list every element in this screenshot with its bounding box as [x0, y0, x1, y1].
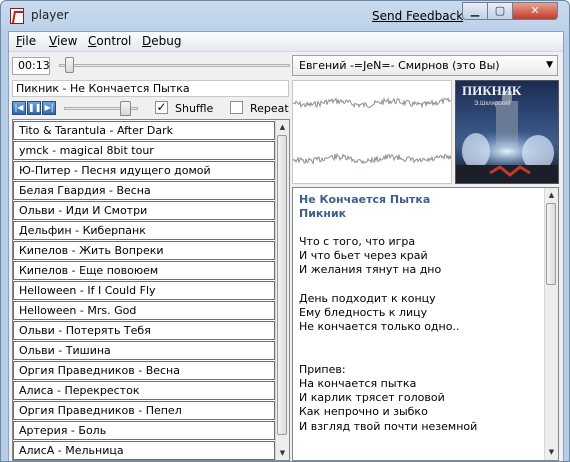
lyric-line: На кончается пытка — [299, 377, 417, 390]
playlist-item[interactable]: Артерия - Боль — [13, 421, 275, 440]
lyrics-panel: Не Кончается Пытка Пикник ▲ ▼ Что с того… — [292, 187, 559, 461]
waveform-top — [293, 96, 451, 109]
dropdown-arrow-icon: ▼ — [546, 60, 553, 70]
playlist-item[interactable]: Ольви - Тишина — [13, 341, 275, 360]
checkmark-icon: ✓ — [156, 100, 167, 114]
playlist-scroll-thumb[interactable] — [277, 135, 287, 435]
scroll-down-icon[interactable]: ▼ — [276, 446, 289, 460]
lyric-line: И что бьет через край — [299, 249, 428, 263]
playlist-item[interactable]: Ольви - Иди И Смотри — [13, 201, 275, 220]
shuffle-checkbox[interactable]: ✓ — [155, 101, 168, 114]
pause-button[interactable]: ❚❚ — [27, 101, 41, 115]
playlist-item[interactable]: Кипелов - Еще повоюем — [13, 261, 275, 280]
waveform-bottom — [293, 152, 451, 166]
repeat-label: Repeat — [250, 102, 289, 115]
player-body: 00:13 Евгений -=JeN=- Смирнов (это Вы) ▼… — [9, 52, 563, 461]
scroll-down-icon[interactable]: ▼ — [545, 445, 558, 459]
playlist-item[interactable]: Оргия Праведников - Весна — [13, 361, 275, 380]
elapsed-time: 00:13 — [12, 57, 50, 75]
title-bar[interactable]: player Send Feedback ▁ ▢ ✕ — [1, 1, 569, 31]
lyric-line: И карлик трясет головой — [299, 391, 445, 405]
window-title: player — [31, 8, 69, 22]
seek-slider-thumb[interactable] — [65, 57, 75, 73]
playlist-item[interactable]: Helloween - Mrs. God — [13, 301, 275, 320]
pause-icon: ❚❚ — [28, 103, 42, 112]
maximize-button[interactable]: ▢ — [487, 2, 513, 20]
artist-selector-value: Евгений -=JeN=- Смирнов (это Вы) — [299, 59, 500, 72]
menu-file[interactable]: File — [16, 34, 36, 48]
lyric-line: И взгляд твой почти неземной — [299, 419, 478, 433]
now-playing-title: Пикник - Не Кончается Пытка — [12, 80, 289, 97]
waveform-display — [292, 80, 452, 184]
lyric-line: День подходит к концу — [299, 291, 436, 305]
minimize-icon: ▁ — [470, 4, 480, 17]
repeat-checkbox[interactable] — [230, 101, 243, 114]
playlist-item[interactable]: Оргия Праведников - Пепел — [13, 401, 275, 420]
menu-debug[interactable]: Debug — [142, 34, 181, 48]
next-button[interactable]: ▶| — [42, 101, 56, 115]
skip-forward-icon: ▶| — [44, 103, 54, 112]
playlist-item[interactable]: Алиса - Перекресток — [13, 381, 275, 400]
minimize-button[interactable]: ▁ — [462, 2, 488, 20]
shuffle-label: Shuffle — [175, 102, 214, 115]
playlist: АлисА - Мельница Артерия - Боль Оргия Прав… — [12, 119, 290, 461]
playlist-item[interactable]: Ольви - Потерять Тебя — [13, 321, 275, 340]
playlist-item[interactable]: Белая Гвардия - Весна — [13, 181, 275, 200]
lyric-line: Припев: — [299, 362, 346, 376]
menu-control[interactable]: Control — [88, 34, 131, 48]
maximize-icon: ▢ — [494, 4, 506, 17]
previous-button[interactable]: |◀ — [12, 101, 26, 115]
skip-back-icon: |◀ — [14, 103, 24, 112]
playlist-item[interactable]: Кипелов - Жить Вопреки — [13, 241, 275, 260]
close-button[interactable]: ✕ — [512, 2, 558, 20]
album-cover-art: ПИКНИК Э.Шклярский — [456, 81, 558, 183]
scroll-up-icon[interactable]: ▲ — [545, 188, 558, 202]
album-cover: ПИКНИК Э.Шклярский — [455, 80, 559, 184]
playlist-item[interactable]: ymck - magical 8bit tour — [13, 141, 275, 160]
cover-artist-text: ПИКНИК — [462, 83, 522, 98]
app-icon — [10, 8, 24, 24]
lyrics-scroll-thumb[interactable] — [546, 203, 556, 285]
scroll-up-icon[interactable]: ▲ — [276, 120, 289, 134]
client-area: File View Control Debug 00:13 Евгений -=… — [8, 31, 564, 461]
menu-view[interactable]: View — [49, 34, 77, 48]
volume-slider-thumb[interactable] — [120, 101, 132, 116]
close-icon: ✕ — [530, 4, 540, 17]
playlist-item[interactable]: АлисА - Мельница — [13, 441, 275, 460]
lyrics-artist: Пикник — [299, 207, 347, 220]
lyric-line: Не кончается только одно.. — [299, 320, 460, 334]
send-feedback-link[interactable]: Send Feedback — [372, 9, 463, 23]
waveform-graph — [293, 96, 451, 166]
player-window: player Send Feedback ▁ ▢ ✕ File View Con… — [0, 0, 570, 462]
lyric-line: Ему бледность к лицу — [299, 306, 428, 319]
playlist-item[interactable]: Tito & Tarantula - After Dark — [13, 121, 275, 140]
lyric-line: И желания тянут на дно — [299, 263, 442, 277]
lyrics-scrollbar[interactable]: ▲ ▼ — [544, 188, 558, 460]
artist-selector[interactable]: Евгений -=JeN=- Смирнов (это Вы) ▼ — [292, 55, 558, 76]
lyric-line: Как непрочно и зыбко — [299, 405, 428, 419]
cover-subtitle-text: Э.Шклярский — [474, 100, 511, 107]
playlist-item[interactable]: Дельфин - Киберпанк — [13, 221, 275, 240]
playlist-item[interactable]: Helloween - If I Could Fly — [13, 281, 275, 300]
menu-bar: File View Control Debug — [9, 32, 563, 52]
lyric-line: Что с того, что игра — [299, 235, 416, 248]
playlist-scrollbar[interactable]: ▲ ▼ — [275, 120, 289, 460]
playlist-item[interactable]: Ю-Питер - Песня идущего домой — [13, 161, 275, 180]
lyrics-song-title: Не Кончается Пытка — [299, 193, 431, 206]
seek-track[interactable] — [59, 64, 290, 67]
